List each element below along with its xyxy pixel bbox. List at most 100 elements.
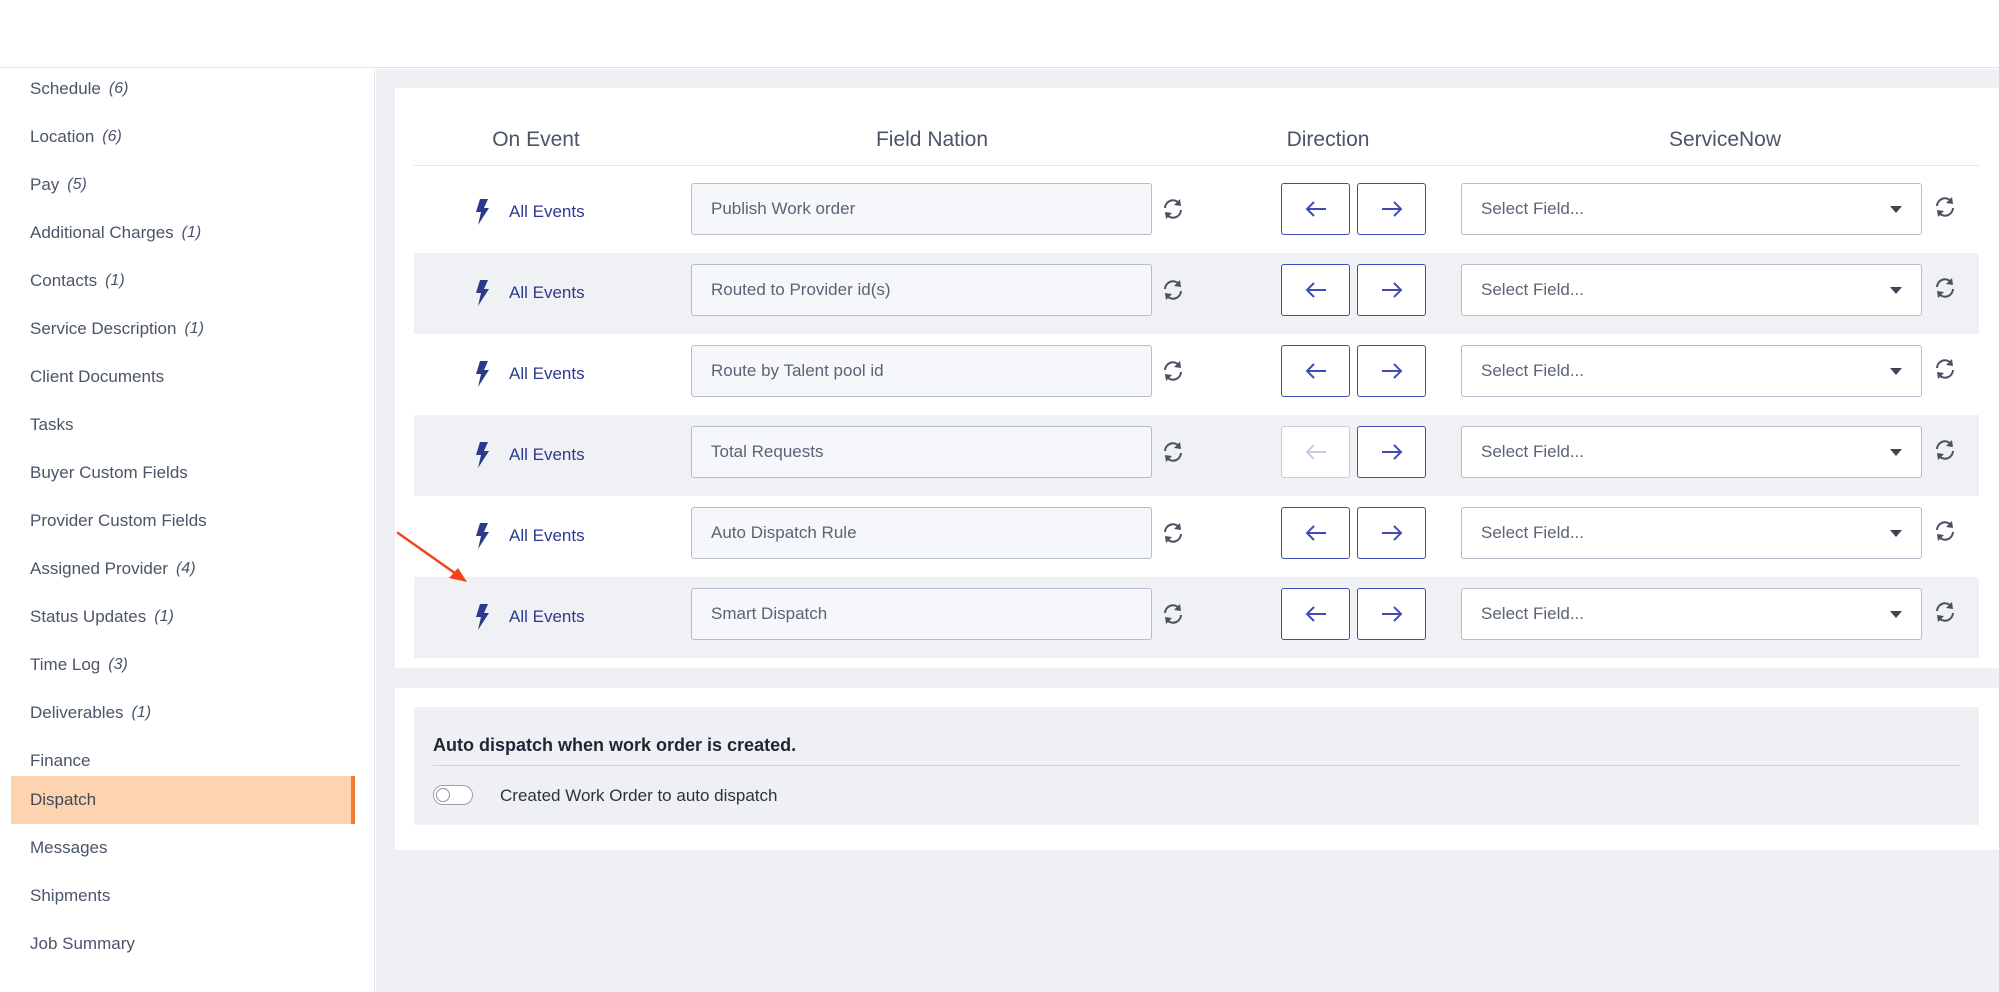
sidebar-item-time-log[interactable]: Time Log (3) [11, 641, 355, 689]
sidebar-item-label: Dispatch [30, 790, 97, 809]
select-placeholder: Select Field... [1481, 199, 1584, 218]
sidebar-item-count: (1) [184, 320, 205, 337]
sidebar-item-shipments[interactable]: Shipments [11, 872, 355, 920]
sync-icon[interactable] [1932, 275, 1958, 301]
header-on-event: On Event [492, 128, 580, 151]
field-nation-value: Publish Work order [711, 199, 856, 218]
servicenow-field-select[interactable]: Select Field... [1461, 183, 1922, 235]
direction-left-button[interactable] [1281, 507, 1350, 559]
sidebar-item-contacts[interactable]: Contacts (1) [11, 257, 355, 305]
select-placeholder: Select Field... [1481, 604, 1584, 623]
sidebar-item-label: Pay [30, 175, 60, 194]
servicenow-field-select[interactable]: Select Field... [1461, 588, 1922, 640]
sync-icon[interactable] [1932, 599, 1958, 625]
direction-left-button[interactable] [1281, 426, 1350, 478]
sync-icon[interactable] [1160, 520, 1186, 546]
sidebar-item-count: (4) [175, 560, 196, 577]
sidebar-item-label: Contacts [30, 271, 98, 290]
sync-icon[interactable] [1160, 358, 1186, 384]
sync-icon[interactable] [1160, 277, 1186, 303]
arrow-left-icon [1305, 201, 1326, 217]
field-nation-value: Auto Dispatch Rule [711, 523, 857, 542]
servicenow-field-select[interactable]: Select Field... [1461, 345, 1922, 397]
sidebar-item-label: Additional Charges [30, 223, 174, 242]
arrow-right-icon [1381, 363, 1402, 379]
sidebar-item-additional-charges[interactable]: Additional Charges (1) [11, 209, 355, 257]
sync-icon[interactable] [1932, 356, 1958, 382]
direction-right-button[interactable] [1357, 507, 1426, 559]
direction-left-button[interactable] [1281, 264, 1350, 316]
arrow-right-icon [1381, 606, 1402, 622]
event-label[interactable]: All Events [509, 283, 585, 303]
header-servicenow: ServiceNow [1668, 128, 1782, 151]
field-nation-field[interactable]: Auto Dispatch Rule [691, 507, 1152, 559]
sidebar-item-messages[interactable]: Messages [11, 824, 355, 872]
sidebar-item-deliverables[interactable]: Deliverables (1) [11, 689, 355, 737]
mapping-row: All Events Route by Talent pool id Select … [414, 334, 1979, 415]
auto-dispatch-card: Auto dispatch when work order is created… [395, 688, 1999, 850]
mapping-row: All Events Total Requests Select Field... [414, 415, 1979, 496]
annotation-arrow-icon [396, 531, 467, 582]
field-nation-field[interactable]: Routed to Provider id(s) [691, 264, 1152, 316]
lightning-bolt-icon [476, 199, 489, 225]
sync-icon[interactable] [1932, 437, 1958, 463]
sidebar-item-service-description[interactable]: Service Description (1) [11, 305, 355, 353]
event-label[interactable]: All Events [509, 526, 585, 546]
sidebar-item-tasks[interactable]: Tasks [11, 401, 355, 449]
sync-icon[interactable] [1932, 518, 1958, 544]
sync-icon[interactable] [1932, 194, 1958, 220]
select-placeholder: Select Field... [1481, 442, 1584, 461]
sidebar-item-label: Assigned Provider [30, 559, 168, 578]
field-nation-value: Total Requests [711, 442, 824, 461]
direction-right-button[interactable] [1357, 183, 1426, 235]
sidebar-item-schedule[interactable]: Schedule (6) [11, 65, 355, 113]
header-divider [414, 165, 1979, 166]
sidebar-item-label: Finance [30, 751, 91, 770]
sidebar-item-buyer-custom-fields[interactable]: Buyer Custom Fields [11, 449, 355, 497]
sidebar-item-label: Deliverables [30, 703, 124, 722]
direction-left-button[interactable] [1281, 345, 1350, 397]
sidebar-item-count: (1) [131, 704, 152, 721]
caret-down-icon [1890, 610, 1902, 618]
sync-icon[interactable] [1160, 439, 1186, 465]
caret-down-icon [1890, 367, 1902, 375]
sidebar-item-location[interactable]: Location (6) [11, 113, 355, 161]
sidebar-item-label: Provider Custom Fields [30, 511, 207, 530]
sync-icon[interactable] [1160, 196, 1186, 222]
direction-left-button[interactable] [1281, 588, 1350, 640]
direction-right-button[interactable] [1357, 264, 1426, 316]
sidebar-item-job-summary[interactable]: Job Summary [11, 920, 355, 968]
servicenow-field-select[interactable]: Select Field... [1461, 507, 1922, 559]
field-nation-field[interactable]: Total Requests [691, 426, 1152, 478]
event-label[interactable]: All Events [509, 202, 585, 222]
arrow-left-icon [1305, 282, 1326, 298]
sidebar-item-label: Location [30, 127, 95, 146]
sync-icon[interactable] [1160, 601, 1186, 627]
direction-left-button[interactable] [1281, 183, 1350, 235]
field-nation-field[interactable]: Route by Talent pool id [691, 345, 1152, 397]
field-nation-field[interactable]: Smart Dispatch [691, 588, 1152, 640]
arrow-right-icon [1381, 444, 1402, 460]
sidebar-item-assigned-provider[interactable]: Assigned Provider (4) [11, 545, 355, 593]
direction-right-button[interactable] [1357, 588, 1426, 640]
event-label[interactable]: All Events [509, 607, 585, 627]
sidebar-nav: Schedule (6) Location (6) Pay (5) Additi… [0, 69, 375, 992]
direction-right-button[interactable] [1357, 426, 1426, 478]
direction-right-button[interactable] [1357, 345, 1426, 397]
sidebar-item-client-documents[interactable]: Client Documents [11, 353, 355, 401]
event-label[interactable]: All Events [509, 364, 585, 384]
select-placeholder: Select Field... [1481, 280, 1584, 299]
mapping-row: All Events Publish Work order Select Field… [414, 172, 1979, 253]
event-label[interactable]: All Events [509, 445, 585, 465]
sidebar-item-provider-custom-fields[interactable]: Provider Custom Fields [11, 497, 355, 545]
sidebar-item-count: (1) [181, 224, 202, 241]
sidebar-item-dispatch[interactable]: Dispatch [11, 776, 355, 824]
lightning-bolt-icon [476, 523, 489, 549]
sidebar-item-status-updates[interactable]: Status Updates (1) [11, 593, 355, 641]
field-nation-field[interactable]: Publish Work order [691, 183, 1152, 235]
servicenow-field-select[interactable]: Select Field... [1461, 264, 1922, 316]
auto-dispatch-toggle[interactable] [433, 785, 473, 805]
sidebar-item-label: Tasks [30, 415, 74, 434]
sidebar-item-pay[interactable]: Pay (5) [11, 161, 355, 209]
servicenow-field-select[interactable]: Select Field... [1461, 426, 1922, 478]
